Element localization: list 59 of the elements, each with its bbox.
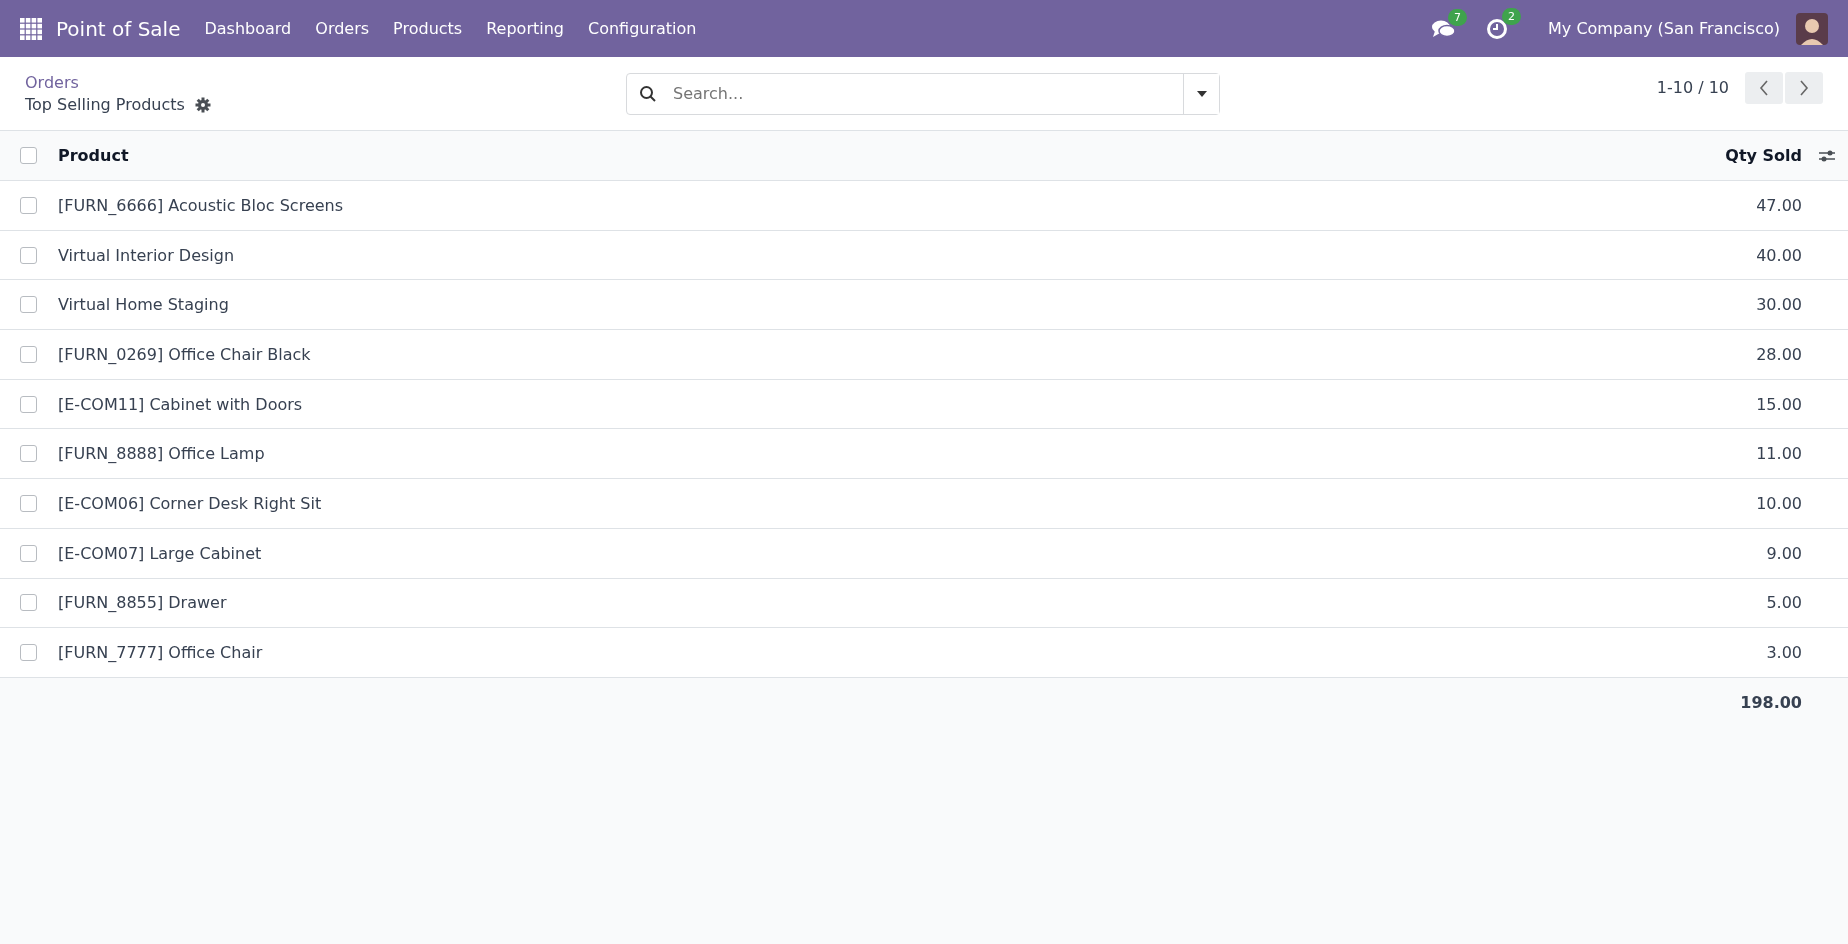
page-title: Top Selling Products <box>25 95 185 114</box>
next-page-button[interactable] <box>1785 71 1823 104</box>
settings-icon[interactable] <box>194 96 211 113</box>
table-cell: 47.00 <box>1756 195 1802 215</box>
column-header[interactable]: Qty Sold <box>1725 146 1802 165</box>
table-cell: 40.00 <box>1756 245 1802 265</box>
search-icon <box>639 84 657 103</box>
table-cell: 3.00 <box>1766 643 1802 663</box>
chevron-right-icon <box>1799 79 1809 96</box>
table-cell-text: [E-COM06] Corner Desk Right Sit <box>58 493 323 513</box>
notification-badge: 7 <box>1448 8 1468 26</box>
table-cell: 15.00 <box>1756 394 1802 414</box>
nav-menu-item[interactable]: Dashboard <box>192 19 304 38</box>
nav-menu-item[interactable]: Orders <box>303 19 382 38</box>
caret-icon <box>1196 90 1207 97</box>
column-header[interactable]: Product <box>58 146 1726 165</box>
row-checkbox[interactable] <box>20 345 37 363</box>
search-options-toggle[interactable] <box>1183 73 1219 114</box>
nav-menu-item[interactable]: Configuration <box>575 19 709 38</box>
notification-badge: 2 <box>1502 7 1522 25</box>
nav-menu-item[interactable]: Reporting <box>474 19 576 38</box>
clock-icon[interactable] <box>1486 17 1509 40</box>
row-checkbox[interactable] <box>20 544 37 562</box>
total-value: 198.00 <box>1740 693 1802 713</box>
table-cell: 30.00 <box>1756 295 1802 315</box>
chevron-left-icon <box>1759 79 1769 96</box>
chat-icon[interactable] <box>1432 18 1457 39</box>
row-checkbox[interactable] <box>20 445 37 463</box>
app-name[interactable]: Point of Sale <box>56 16 181 41</box>
row-checkbox[interactable] <box>20 246 37 264</box>
search-bar[interactable]: Search... <box>626 72 1220 115</box>
select-all-checkbox[interactable] <box>20 147 37 164</box>
table-cell: 5.00 <box>1766 593 1802 613</box>
row-checkbox[interactable] <box>20 196 37 214</box>
row-checkbox[interactable] <box>20 594 37 612</box>
nav-menu-item[interactable]: Products <box>381 19 475 38</box>
pager-value[interactable]: 1-10 / 10 <box>1656 78 1729 97</box>
breadcrumb-link[interactable]: Orders <box>25 73 79 92</box>
row-checkbox[interactable] <box>20 296 37 314</box>
table-cell: 9.00 <box>1766 543 1802 563</box>
table-cell: 10.00 <box>1756 493 1802 513</box>
table-cell-text: [FURN_0269] Office Chair Black <box>58 344 312 364</box>
table-cell-text: [E-COM07] Large Cabinet <box>58 543 263 563</box>
table-cell-text: [E-COM11] Cabinet with Doors <box>58 394 304 414</box>
table-cell-text: Virtual Home Staging <box>58 295 230 315</box>
company-switcher[interactable]: My Company (San Francisco) <box>1548 19 1780 38</box>
table-cell: 11.00 <box>1756 444 1802 464</box>
row-checkbox[interactable] <box>20 494 37 512</box>
table-cell-text: [FURN_6666] Acoustic Bloc Screens <box>58 195 345 215</box>
table-cell-text: [FURN_8888] Office Lamp <box>58 444 266 464</box>
row-checkbox[interactable] <box>20 644 37 662</box>
table-cell: 28.00 <box>1756 344 1802 364</box>
user-avatar-icon[interactable] <box>1796 12 1828 45</box>
table-cell-text: Virtual Interior Design <box>58 245 236 265</box>
apps-menu-icon[interactable] <box>20 17 42 40</box>
previous-page-button[interactable] <box>1745 71 1783 104</box>
row-checkbox[interactable] <box>20 395 37 413</box>
table-cell-text: [FURN_8855] Drawer <box>58 593 228 613</box>
table-cell-text: [FURN_7777] Office Chair <box>58 643 264 663</box>
